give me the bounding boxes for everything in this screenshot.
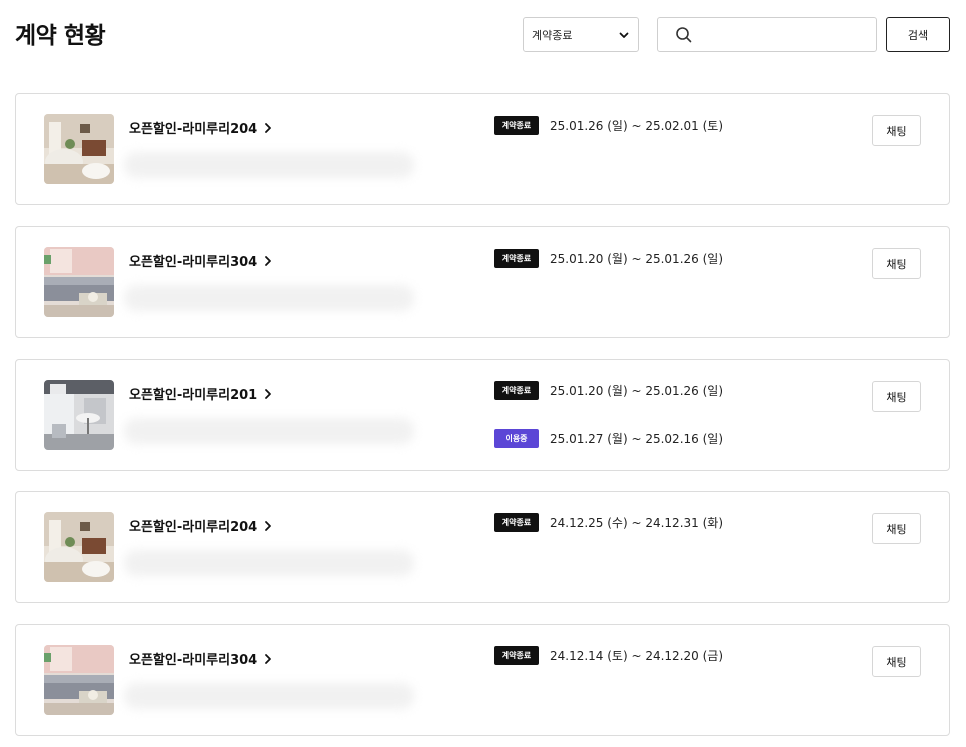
contract-card: 오픈할인-라미루리201 계약종료 25.01.20 (월) ~ 25.01.2… (15, 359, 950, 471)
chevron-right-icon (265, 520, 272, 531)
contract-period: 계약종료 25.01.20 (월) ~ 25.01.26 (일) (494, 249, 723, 268)
period-dates: 24.12.25 (수) ~ 24.12.31 (화) (550, 516, 723, 530)
chat-button[interactable]: 채팅 (872, 381, 921, 412)
contract-card: 오픈할인-라미루리204 계약종료 24.12.25 (수) ~ 24.12.3… (15, 491, 950, 603)
page-title: 계약 현황 (15, 23, 106, 49)
status-filter-select[interactable]: 계약종료 (523, 17, 639, 52)
room-thumbnail[interactable] (44, 247, 114, 317)
contract-card: 오픈할인-라미루리304 계약종료 25.01.20 (월) ~ 25.01.2… (15, 226, 950, 338)
period-dates: 25.01.20 (월) ~ 25.01.26 (일) (550, 384, 723, 398)
chevron-down-icon (619, 32, 629, 38)
blurred-address (124, 285, 414, 311)
room-link[interactable]: 오픈할인-라미루리204 (129, 118, 274, 137)
room-name: 오픈할인-라미루리204 (129, 122, 258, 137)
room-name: 오픈할인-라미루리304 (129, 653, 258, 668)
blurred-address (124, 152, 414, 178)
room-link[interactable]: 오픈할인-라미루리201 (129, 384, 274, 403)
room-thumbnail[interactable] (44, 114, 114, 184)
room-link[interactable]: 오픈할인-라미루리204 (129, 516, 274, 535)
chevron-right-icon (265, 653, 272, 664)
blurred-address (124, 683, 414, 709)
contract-period: 계약종료 25.01.26 (일) ~ 25.02.01 (토) (494, 116, 723, 135)
search-input[interactable] (701, 18, 876, 51)
contract-card: 오픈할인-라미루리304 계약종료 24.12.14 (토) ~ 24.12.2… (15, 624, 950, 736)
search-button[interactable]: 검색 (886, 17, 950, 52)
room-link[interactable]: 오픈할인-라미루리304 (129, 649, 274, 668)
chat-button[interactable]: 채팅 (872, 513, 921, 544)
search-icon (676, 26, 692, 42)
blurred-address (124, 550, 414, 576)
period-dates: 24.12.14 (토) ~ 24.12.20 (금) (550, 649, 723, 663)
status-badge: 계약종료 (494, 116, 539, 135)
room-name: 오픈할인-라미루리304 (129, 255, 258, 270)
chat-button[interactable]: 채팅 (872, 115, 921, 146)
status-badge: 계약종료 (494, 381, 539, 400)
room-name: 오픈할인-라미루리204 (129, 520, 258, 535)
period-dates: 25.01.27 (월) ~ 25.02.16 (일) (550, 432, 723, 446)
room-name: 오픈할인-라미루리201 (129, 388, 258, 403)
room-thumbnail[interactable] (44, 645, 114, 715)
contract-period: 이용중 25.01.27 (월) ~ 25.02.16 (일) (494, 429, 723, 448)
status-badge: 계약종료 (494, 249, 539, 268)
status-badge: 계약종료 (494, 513, 539, 532)
contract-period: 계약종료 24.12.25 (수) ~ 24.12.31 (화) (494, 513, 723, 532)
chat-button[interactable]: 채팅 (872, 248, 921, 279)
room-thumbnail[interactable] (44, 512, 114, 582)
room-thumbnail[interactable] (44, 380, 114, 450)
chevron-right-icon (265, 122, 272, 133)
status-badge: 이용중 (494, 429, 539, 448)
period-dates: 25.01.26 (일) ~ 25.02.01 (토) (550, 119, 723, 133)
contract-period: 계약종료 24.12.14 (토) ~ 24.12.20 (금) (494, 646, 723, 665)
chevron-right-icon (265, 255, 272, 266)
room-link[interactable]: 오픈할인-라미루리304 (129, 251, 274, 270)
search-box[interactable] (657, 17, 877, 52)
blurred-address (124, 418, 414, 444)
contract-card: 오픈할인-라미루리204 계약종료 25.01.26 (일) ~ 25.02.0… (15, 93, 950, 205)
status-filter-value: 계약종료 (532, 28, 573, 42)
period-dates: 25.01.20 (월) ~ 25.01.26 (일) (550, 252, 723, 266)
chat-button[interactable]: 채팅 (872, 646, 921, 677)
chevron-right-icon (265, 388, 272, 399)
contract-period: 계약종료 25.01.20 (월) ~ 25.01.26 (일) (494, 381, 723, 400)
status-badge: 계약종료 (494, 646, 539, 665)
